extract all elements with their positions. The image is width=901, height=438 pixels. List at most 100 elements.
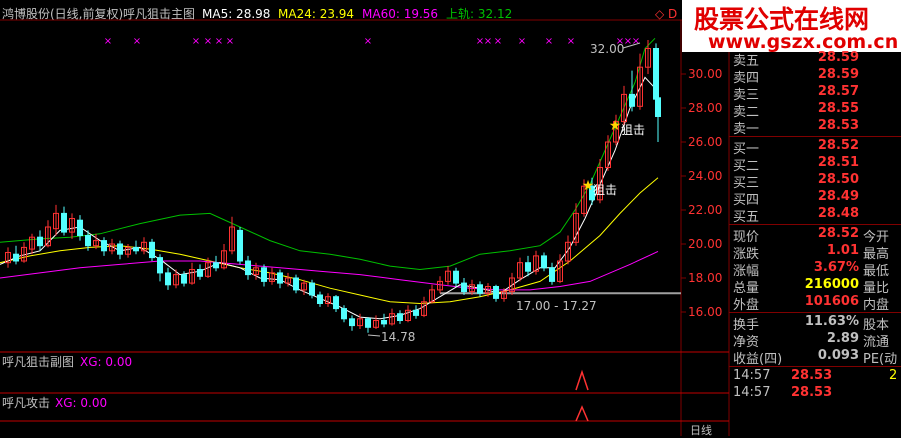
- candle-down: [309, 282, 315, 296]
- upper-band-line: [0, 37, 656, 271]
- quote-label-secondary: 内盘: [863, 298, 890, 313]
- corner-marker: ◇ D: [655, 7, 678, 21]
- quote-value: 28.55: [817, 101, 859, 116]
- indicator-name: 呼凡狙击主图: [123, 7, 196, 21]
- low-label: 14.78: [381, 330, 416, 344]
- candle-down: [477, 284, 483, 294]
- candle-down: [333, 296, 339, 310]
- stock-name: 鸿博股份(日线,前复权): [2, 7, 124, 21]
- quote-value: 28.53: [817, 118, 859, 133]
- candle-down: [341, 308, 347, 320]
- ma60-line: [0, 251, 659, 291]
- quote-row: 买四 28.49: [729, 189, 901, 208]
- axis-tick-label: 26.00: [688, 135, 723, 149]
- sub1-signal-spike: [575, 369, 589, 391]
- signal-marker: ×: [518, 36, 526, 47]
- axis-tick-label: 20.00: [688, 237, 723, 251]
- quote-label: 外盘: [733, 298, 760, 313]
- signal-marker: ×: [226, 36, 234, 47]
- candle-down: [101, 240, 107, 252]
- axis-tick-label: 18.00: [688, 271, 723, 285]
- signal-marker: ×: [567, 36, 575, 47]
- candle-down: [261, 267, 267, 282]
- sub2-signal-spike: [575, 405, 589, 422]
- candle-down: [117, 243, 123, 255]
- signal-marker: ×: [192, 36, 200, 47]
- quote-value: 1.01: [826, 243, 859, 258]
- sub1-value: XG: 0.00: [80, 355, 133, 369]
- quote-row: 买一 28.52: [729, 138, 901, 157]
- sub2-name[interactable]: 呼凡攻击: [2, 396, 50, 410]
- quote-row: 净资 2.89 流通: [729, 331, 901, 350]
- candle-down: [149, 241, 155, 259]
- quote-value: 216000: [804, 277, 859, 292]
- signal-marker: ×: [484, 36, 492, 47]
- tick-row: 14:57 28.53: [729, 385, 901, 402]
- quote-divider: [729, 312, 901, 313]
- candle-down: [493, 286, 499, 299]
- quote-value: 28.52: [817, 226, 859, 241]
- quote-row: 换手 11.63% 股本: [729, 314, 901, 333]
- quote-divider: [729, 224, 901, 225]
- quote-row: 外盘 101606 内盘: [729, 294, 901, 313]
- ma5-readout: MA5: 28.98: [202, 7, 271, 21]
- signal-marker: ×: [133, 36, 141, 47]
- quote-row: 现价 28.52 今开: [729, 226, 901, 245]
- signal-marker: ×: [215, 36, 223, 47]
- tick-time: 14:57: [733, 368, 771, 383]
- quote-row: 卖二 28.55: [729, 101, 901, 120]
- quote-row: 总量 216000 量比: [729, 277, 901, 296]
- quote-value: 28.59: [817, 50, 859, 65]
- quote-value: 28.49: [817, 189, 859, 204]
- quote-row: 卖一 28.53: [729, 118, 901, 137]
- candle-down: [397, 313, 403, 322]
- candle-down: [165, 272, 171, 286]
- tick-price: 28.53: [791, 385, 833, 400]
- axis-tick-label: 30.00: [688, 67, 723, 81]
- candle-down: [349, 318, 355, 327]
- candle-down: [157, 257, 163, 274]
- candle-down: [13, 253, 19, 262]
- quote-value: 28.48: [817, 206, 859, 221]
- quote-value: 2.89: [826, 331, 859, 346]
- upper-readout: 上轨: 32.12: [446, 7, 513, 21]
- tick-volume: 2: [889, 368, 898, 383]
- candle-down: [181, 274, 187, 284]
- low-pointer: [367, 334, 381, 337]
- quote-value: 28.50: [817, 172, 859, 187]
- quote-value: 28.51: [817, 155, 859, 170]
- ma5-line: [0, 76, 659, 320]
- quote-row: 买二 28.51: [729, 155, 901, 174]
- candle-down: [461, 282, 467, 293]
- quote-value: 0.093: [817, 348, 859, 363]
- quote-label: 卖一: [733, 122, 760, 137]
- candle-down: [85, 235, 91, 247]
- candle-down: [413, 309, 419, 316]
- quote-value: 3.67%: [813, 260, 859, 275]
- axis-tick-label: 16.00: [688, 305, 723, 319]
- quote-row: 卖五 28.59: [729, 50, 901, 69]
- snipe-label-1: 狙击: [621, 123, 646, 137]
- candle-down: [317, 294, 323, 304]
- quote-value: 28.57: [817, 84, 859, 99]
- axis-tick-label: 24.00: [688, 169, 723, 183]
- signal-marker: ×: [204, 36, 212, 47]
- candle-down: [381, 320, 387, 325]
- quote-row: 涨跌 1.01 最高: [729, 243, 901, 262]
- quote-row: 买五 28.48: [729, 206, 901, 225]
- signal-marker: ×: [545, 36, 553, 47]
- candle-down: [213, 262, 219, 269]
- candle-down: [453, 270, 459, 284]
- snipe-star-icon: ★: [609, 118, 622, 134]
- sub2-value: XG: 0.00: [55, 396, 108, 410]
- quote-value: 101606: [804, 294, 859, 309]
- candle-down: [245, 260, 251, 276]
- candle-down: [549, 267, 555, 282]
- candle-down: [525, 262, 531, 272]
- quote-divider: [729, 136, 901, 137]
- candle-down: [629, 93, 635, 107]
- range-label: 17.00 - 17.27: [516, 299, 597, 313]
- signal-marker: ×: [104, 36, 112, 47]
- sub1-name[interactable]: 呼凡狙击副图: [2, 355, 74, 369]
- quote-divider: [729, 366, 901, 367]
